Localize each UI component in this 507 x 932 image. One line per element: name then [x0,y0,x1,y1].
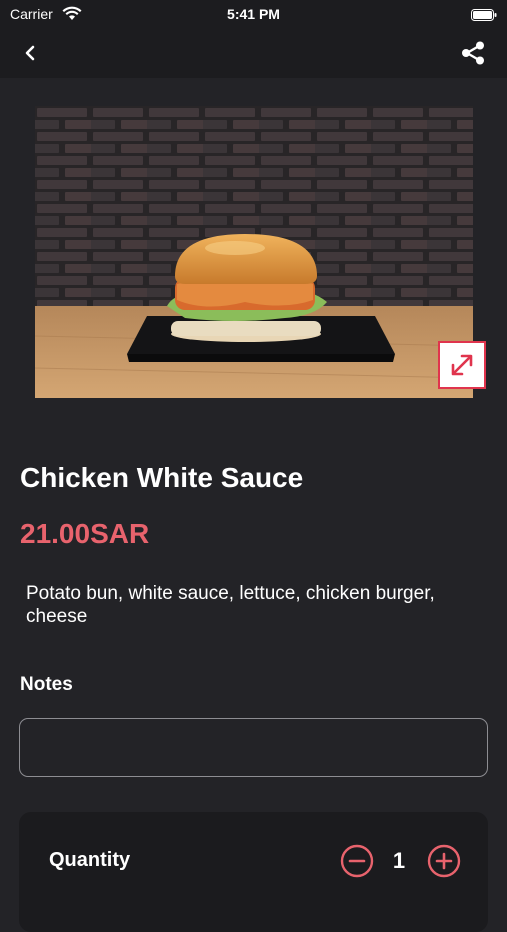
expand-arrows-icon [451,354,473,376]
minus-circle-icon[interactable] [340,844,374,878]
product-description: Potato bun, white sauce, lettuce, chicke… [26,583,435,627]
chevron-left-icon[interactable] [18,40,44,66]
notes-input[interactable] [19,718,488,777]
product-image [35,106,473,398]
product-title: Chicken White Sauce [20,462,304,493]
status-bar: Carrier 5:41 PM [0,0,507,30]
quantity-value: 1 [392,848,406,873]
navigation-bar [0,30,507,78]
plus-circle-icon[interactable] [427,844,461,878]
battery-icon [471,8,497,21]
quantity-label: Quantity [49,849,131,871]
clock-time: 5:41 PM [227,6,280,22]
share-icon[interactable] [459,39,487,67]
expand-image-button[interactable] [438,341,486,389]
product-price: 21.00SAR [20,518,150,549]
notes-label: Notes [20,674,73,695]
quantity-card: Quantity 1 [19,812,488,932]
